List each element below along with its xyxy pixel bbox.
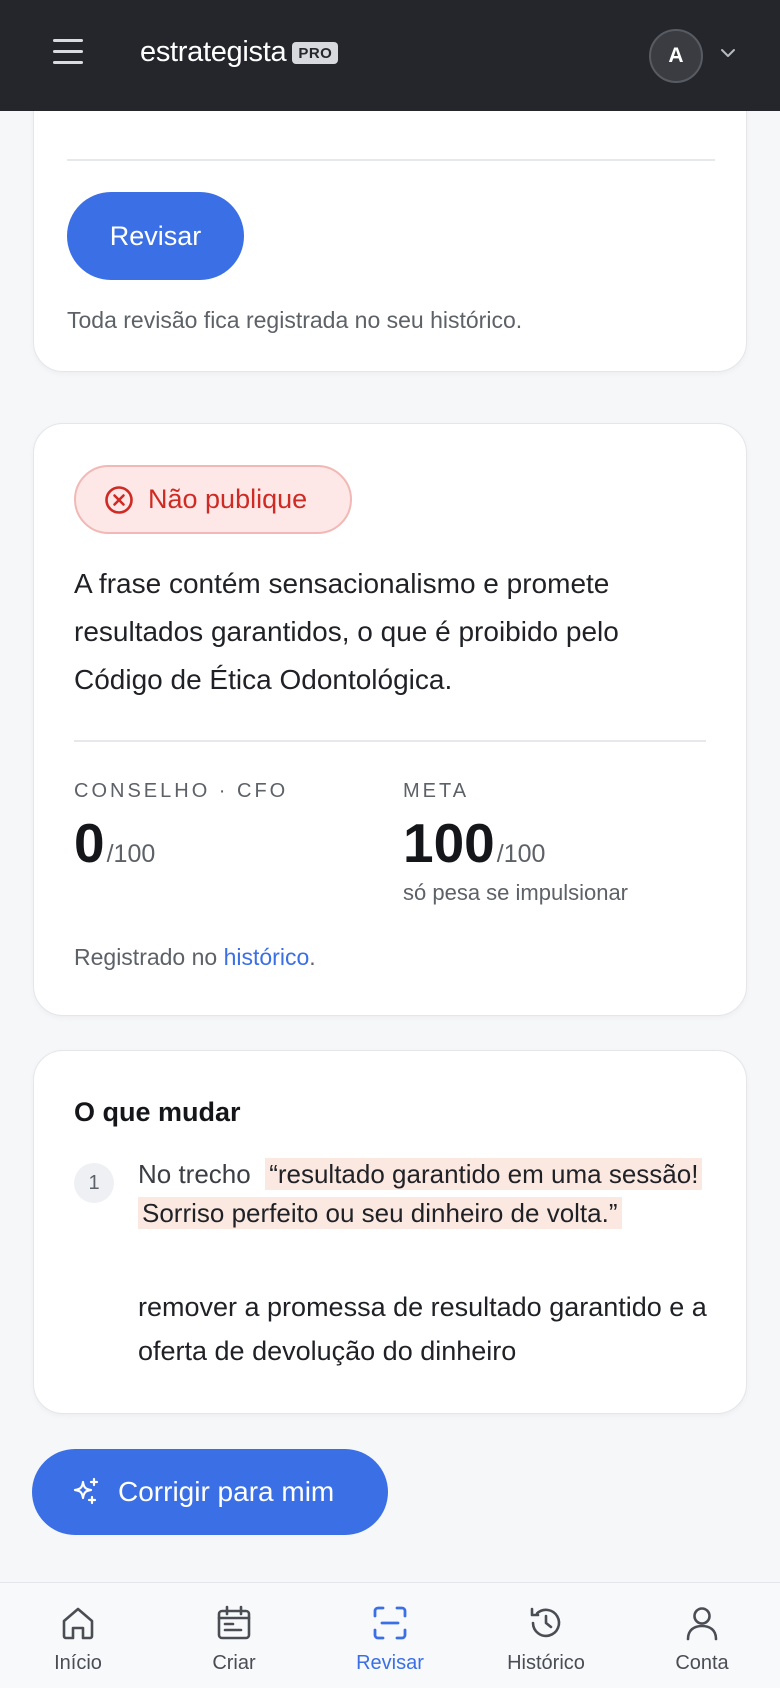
status-label: Não publique bbox=[148, 484, 308, 514]
council-score-value: 0 bbox=[74, 812, 105, 874]
nav-criar-label: Criar bbox=[212, 1652, 256, 1674]
sparkles-icon bbox=[73, 1477, 99, 1505]
avatar[interactable]: A bbox=[649, 29, 703, 83]
nav-historico[interactable]: Histórico bbox=[476, 1583, 616, 1688]
user-icon bbox=[686, 1607, 718, 1641]
x-circle-icon bbox=[105, 485, 133, 514]
corrigir-label: Corrigir para mim bbox=[118, 1476, 335, 1507]
step-excerpt: No trecho “resultado garantido em uma se… bbox=[138, 1155, 718, 1233]
changes-card: O que mudar 1 No trecho “resultado garan… bbox=[33, 1050, 747, 1414]
result-card: Não publique A frase contém sensacionali… bbox=[33, 423, 747, 1016]
nav-revisar-label: Revisar bbox=[356, 1652, 424, 1674]
changes-title: O que mudar bbox=[74, 1097, 241, 1127]
pro-badge: PRO bbox=[292, 41, 339, 64]
history-note: Toda revisão fica registrada no seu hist… bbox=[67, 307, 523, 333]
status-badge: Não publique bbox=[74, 465, 352, 534]
nav-inicio-label: Início bbox=[54, 1652, 102, 1674]
verdict-text: A frase contém sensacionalismo e promete… bbox=[74, 568, 619, 695]
nav-conta-label: Conta bbox=[675, 1652, 729, 1674]
nav-criar[interactable]: Criar bbox=[164, 1583, 304, 1688]
history-link[interactable]: histórico bbox=[224, 944, 310, 970]
council-score-max: /100 bbox=[106, 840, 156, 868]
nav-historico-label: Histórico bbox=[507, 1652, 585, 1674]
corrigir-button[interactable]: Corrigir para mim bbox=[32, 1449, 388, 1535]
divider bbox=[74, 740, 706, 742]
meta-note: só pesa se impulsionar bbox=[403, 880, 629, 905]
meta-label: META bbox=[403, 780, 470, 802]
bottom-nav: Início Criar Revisar Histórico Conta bbox=[0, 1582, 780, 1688]
meta-score: 100 /100 bbox=[403, 811, 545, 875]
brand-logo[interactable]: estrategista PRO bbox=[140, 36, 339, 69]
revisar-button[interactable]: Revisar bbox=[67, 192, 244, 280]
top-bar: estrategista PRO A bbox=[0, 0, 780, 111]
hamburger-menu-icon[interactable] bbox=[53, 39, 83, 65]
step-action: remover a promessa de resultado garantid… bbox=[138, 1292, 707, 1366]
council-score: 0 /100 bbox=[74, 811, 155, 875]
brand-name: estrategista bbox=[140, 36, 287, 68]
divider bbox=[67, 159, 715, 161]
registered-note: Registrado no histórico. bbox=[74, 944, 316, 971]
council-label: CONSELHO · CFO bbox=[74, 780, 289, 802]
chevron-down-icon[interactable] bbox=[719, 44, 737, 62]
nav-inicio[interactable]: Início bbox=[8, 1583, 148, 1688]
step-prefix: No trecho bbox=[138, 1159, 251, 1189]
step-number: 1 bbox=[74, 1163, 114, 1203]
scan-icon bbox=[373, 1606, 407, 1640]
nav-conta[interactable]: Conta bbox=[632, 1583, 772, 1688]
meta-score-max: /100 bbox=[496, 840, 546, 868]
nav-revisar[interactable]: Revisar bbox=[320, 1583, 460, 1688]
history-icon bbox=[530, 1607, 561, 1638]
review-form-card: Revisar Toda revisão fica registrada no … bbox=[33, 80, 747, 372]
registered-suffix: . bbox=[309, 944, 316, 970]
calendar-icon bbox=[217, 1605, 251, 1640]
home-icon bbox=[62, 1607, 94, 1640]
registered-prefix: Registrado no bbox=[74, 944, 224, 970]
meta-score-value: 100 bbox=[403, 812, 495, 874]
